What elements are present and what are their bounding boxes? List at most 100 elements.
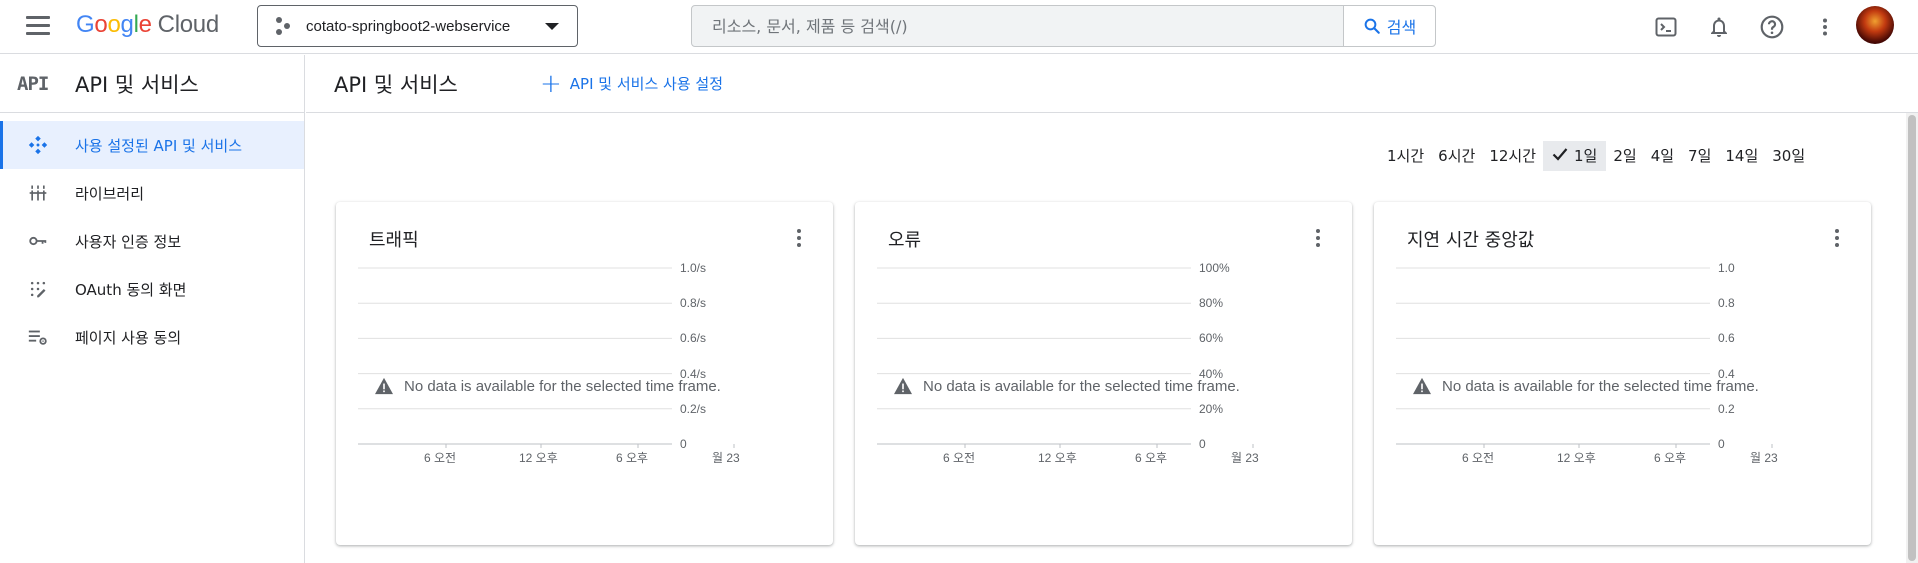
y-tick-label: 0 <box>1199 437 1206 451</box>
time-range-label: 12시간 <box>1489 147 1536 165</box>
no-data-text: No data is available for the selected ti… <box>404 377 721 395</box>
y-tick-label: 100% <box>1199 261 1230 275</box>
chart-plot-area <box>877 267 1254 448</box>
y-tick-label: 0.8/s <box>680 296 707 311</box>
time-range-label: 14일 <box>1725 147 1759 165</box>
time-range-label: 4일 <box>1650 147 1675 165</box>
top-bar: Google Cloud cotato-springboot2-webservic… <box>0 0 1918 54</box>
search-input[interactable] <box>692 6 1343 46</box>
y-tick-label: 20% <box>1199 401 1224 416</box>
x-tick-label: 6 오후 <box>616 451 649 465</box>
time-range-label: 1일 <box>1574 147 1598 165</box>
x-tick-label: 6 오전 <box>1462 451 1495 465</box>
page-title: API 및 서비스 <box>334 73 458 97</box>
sidebar-item-page-usage-agreements[interactable]: 페이지 사용 동의 <box>0 313 304 361</box>
time-range-option[interactable]: 1시간 <box>1380 141 1431 171</box>
sidebar-item-enabled-apis[interactable]: 사용 설정된 API 및 서비스 <box>0 121 304 169</box>
sidebar-item-label: 라이브러리 <box>75 184 145 203</box>
warning-icon <box>1413 377 1431 395</box>
terminal-icon <box>1655 17 1677 37</box>
logo-letter: o <box>94 11 108 38</box>
enable-apis-label: API 및 서비스 사용 설정 <box>569 75 724 93</box>
logo-letter: o <box>107 11 121 38</box>
sidebar-title: API 및 서비스 <box>75 72 199 97</box>
scrollbar-thumb[interactable] <box>1908 115 1916 561</box>
logo-cloud: Cloud <box>157 11 220 38</box>
scrollbar[interactable] <box>1906 113 1918 563</box>
more-options-button[interactable] <box>1811 13 1839 41</box>
search-button[interactable]: 검색 <box>1343 6 1435 46</box>
logo-letter: G <box>76 11 95 38</box>
y-tick-label: 0 <box>1718 437 1725 451</box>
y-tick-label: 0.6 <box>1718 331 1735 346</box>
notifications-button[interactable] <box>1705 13 1733 41</box>
help-button[interactable] <box>1758 13 1786 41</box>
sidebar-item-library[interactable]: 라이브러리 <box>0 169 304 217</box>
no-data-text: No data is available for the selected ti… <box>923 377 1240 395</box>
logo-letter: e <box>138 11 152 38</box>
more-vert-icon <box>1823 18 1827 36</box>
search-icon <box>1364 18 1380 34</box>
y-tick-label: 0.6/s <box>680 331 707 346</box>
time-range-option[interactable]: 6시간 <box>1431 141 1482 171</box>
warning-icon <box>375 377 393 395</box>
library-icon <box>27 182 49 204</box>
y-tick-label: 0 <box>680 437 687 451</box>
time-range-option[interactable]: 1일 <box>1543 141 1607 171</box>
chart-plot-area <box>1396 267 1773 448</box>
enable-apis-button[interactable]: + API 및 서비스 사용 설정 <box>540 68 724 99</box>
time-range-option[interactable]: 2일 <box>1606 141 1643 171</box>
time-range-option[interactable]: 4일 <box>1644 141 1681 171</box>
sidebar-item-label: 페이지 사용 동의 <box>75 328 182 347</box>
time-range-option[interactable]: 7일 <box>1681 141 1718 171</box>
project-name: cotato-springboot2-webservice <box>306 17 511 35</box>
errors-card: 오류 100% 80% 60% 40% 20% 0 6 오전 12 오후 6 오후 월 23 No d… <box>855 202 1352 545</box>
bell-icon <box>1711 17 1727 37</box>
y-tick-label: 80% <box>1199 296 1224 311</box>
project-picker[interactable]: cotato-springboot2-webservice <box>257 5 578 47</box>
x-tick-label: 6 오후 <box>1135 451 1168 465</box>
no-data-message: No data is available for the selected ti… <box>1412 377 1759 395</box>
x-tick-label: 12 오후 <box>1038 451 1077 465</box>
logo-letter: g <box>120 11 134 38</box>
no-data-message: No data is available for the selected ti… <box>374 377 721 395</box>
x-tick-label: 월 23 <box>712 451 740 465</box>
help-icon <box>1760 15 1784 39</box>
google-cloud-logo[interactable]: Google Cloud <box>76 11 219 39</box>
y-tick-label: 1.0/s <box>680 261 707 275</box>
traffic-card: 트래픽 1.0/s 0.8/s 0.6/s 0.4/s 0.2/s 0 6 오전 12 오후 6 … <box>336 202 833 545</box>
logo-google: Google <box>76 11 152 38</box>
time-range-option[interactable]: 30일 <box>1765 141 1812 171</box>
settings-list-icon <box>27 326 49 348</box>
api-logo-icon: API <box>17 72 49 95</box>
warning-icon <box>894 377 912 395</box>
account-avatar[interactable] <box>1856 6 1894 44</box>
time-range-label: 7일 <box>1688 147 1712 165</box>
chart-plot-area <box>358 267 735 448</box>
y-tick-label: 60% <box>1199 331 1224 346</box>
time-range-label: 30일 <box>1772 147 1806 165</box>
cloud-shell-button[interactable] <box>1652 13 1680 41</box>
sidebar-item-label: 사용자 인증 정보 <box>75 232 182 251</box>
sidebar-item-label: OAuth 동의 화면 <box>75 280 187 299</box>
plus-icon: + <box>540 68 562 99</box>
x-tick-label: 월 23 <box>1231 451 1259 465</box>
no-data-message: No data is available for the selected ti… <box>893 377 1240 395</box>
y-tick-label: 0.2 <box>1718 401 1735 416</box>
x-tick-label: 6 오후 <box>1654 451 1687 465</box>
x-tick-label: 12 오후 <box>519 451 558 465</box>
project-icon <box>276 17 292 35</box>
sidebar-item-credentials[interactable]: 사용자 인증 정보 <box>0 217 304 265</box>
time-range-selector: 1시간 6시간 12시간 1일 2일 4일 7일 14일 30일 <box>1380 141 1812 171</box>
search-button-label: 검색 <box>1386 18 1417 37</box>
chevron-down-icon <box>545 23 559 30</box>
time-range-label: 6시간 <box>1438 147 1476 165</box>
no-data-text: No data is available for the selected ti… <box>1442 377 1759 395</box>
time-range-option[interactable]: 12시간 <box>1482 141 1543 171</box>
time-range-option[interactable]: 14일 <box>1718 141 1765 171</box>
sidebar-item-oauth-consent[interactable]: OAuth 동의 화면 <box>0 265 304 313</box>
sidebar-header: API API 및 서비스 <box>0 55 304 113</box>
main-menu-button[interactable] <box>26 16 50 36</box>
x-tick-label: 월 23 <box>1750 451 1778 465</box>
key-icon <box>27 230 49 252</box>
